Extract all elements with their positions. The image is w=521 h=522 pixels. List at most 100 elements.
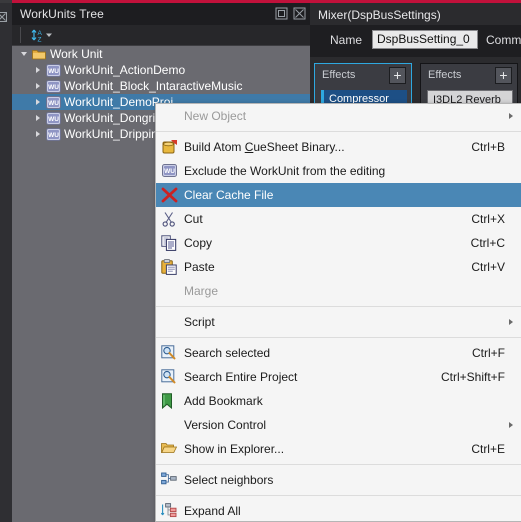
- tree-twisty-collapsed-icon[interactable]: [34, 94, 44, 110]
- svg-text:WU: WU: [48, 68, 59, 75]
- menu-item-select-neighbors[interactable]: Select neighbors: [156, 468, 521, 492]
- svg-text:WU: WU: [164, 168, 175, 175]
- menu-item-script[interactable]: Script: [156, 310, 521, 334]
- panel-window-buttons: [275, 7, 306, 20]
- menu-item-label: Paste: [184, 260, 215, 274]
- workunit-icon: WU: [46, 96, 61, 109]
- tree-item-workunit-block-intaractivemusic[interactable]: WU WorkUnit_Block_IntaractiveMusic: [12, 78, 310, 94]
- add-effect-button[interactable]: +: [495, 67, 512, 84]
- workunit-icon: WU: [46, 128, 61, 141]
- tree-item-workunit-actiondemo[interactable]: WU WorkUnit_ActionDemo: [12, 62, 310, 78]
- menu-item-no-icon: [156, 104, 184, 128]
- menu-item-label: Version Control: [184, 418, 267, 432]
- workunit-icon: WU: [46, 80, 61, 93]
- panel-title: WorkUnits Tree: [20, 7, 104, 21]
- tree-item-work-unit[interactable]: Work Unit: [12, 46, 310, 62]
- menu-item-label: Cut: [184, 212, 203, 226]
- float-window-button[interactable]: [275, 7, 288, 20]
- tree-twisty-collapsed-icon[interactable]: [34, 110, 44, 126]
- menu-item-shortcut: Ctrl+B: [471, 140, 505, 154]
- app-window: WorkUnits Tree A Z Work Unit WU WorkUnit…: [0, 0, 521, 522]
- menu-item-show-in-explorer[interactable]: Show in Explorer... Ctrl+E: [156, 437, 521, 461]
- menu-item-clear-cache-file[interactable]: Clear Cache File: [156, 183, 521, 207]
- workunit-icon: WU: [46, 64, 61, 77]
- menu-item-shortcut: Ctrl+V: [471, 260, 505, 274]
- menu-item-shortcut: Ctrl+F: [472, 346, 505, 360]
- svg-text:WU: WU: [48, 116, 59, 123]
- mixer-header-bar: Name Comm: [310, 25, 521, 57]
- context-menu[interactable]: New Object Build Atom CueSheet Binary... C…: [155, 103, 521, 522]
- workunits-tree-titlebar[interactable]: WorkUnits Tree: [12, 3, 310, 25]
- submenu-arrow-icon: [509, 422, 513, 428]
- menu-separator: [156, 464, 521, 465]
- tree-twisty-collapsed-icon[interactable]: [34, 62, 44, 78]
- select-neighbors-icon: [156, 468, 184, 492]
- svg-text:WU: WU: [48, 132, 59, 139]
- menu-item-paste[interactable]: Paste Ctrl+V: [156, 255, 521, 279]
- tree-twisty-collapsed-icon[interactable]: [34, 126, 44, 142]
- menu-item-label: Search Entire Project: [184, 370, 298, 384]
- scissors-icon: [156, 207, 184, 231]
- menu-item-search-entire-project[interactable]: Search Entire Project Ctrl+Shift+F: [156, 365, 521, 389]
- folder-icon: [32, 48, 46, 60]
- svg-text:Z: Z: [38, 37, 42, 44]
- menu-item-expand-all[interactable]: Expand All: [156, 499, 521, 522]
- tree-item-label: WorkUnit_ActionDemo: [64, 63, 186, 77]
- menu-item-version-control[interactable]: Version Control: [156, 413, 521, 437]
- svg-text:WU: WU: [48, 84, 59, 91]
- menu-item-label: Copy: [184, 236, 213, 250]
- tree-twisty-collapsed-icon[interactable]: [34, 78, 44, 94]
- menu-item-shortcut: Ctrl+Shift+F: [440, 370, 505, 384]
- menu-item-exclude-the-workunit-from-the-editing[interactable]: WU Exclude the WorkUnit from the editing: [156, 159, 521, 183]
- name-label: Name: [330, 33, 363, 47]
- workunit-icon: WU: [156, 159, 184, 183]
- tree-item-label: Work Unit: [50, 47, 103, 61]
- tree-twisty-expanded-icon[interactable]: [20, 46, 30, 62]
- menu-item-label: Clear Cache File: [184, 188, 274, 202]
- submenu-arrow-icon: [509, 319, 513, 325]
- bookmark-icon: [156, 389, 184, 413]
- menu-item-no-icon: [156, 413, 184, 437]
- menu-item-add-bookmark[interactable]: Add Bookmark: [156, 389, 521, 413]
- expand-all-icon: [156, 499, 184, 522]
- effects-label: Effects: [428, 69, 462, 81]
- menu-item-shortcut: Ctrl+E: [471, 442, 505, 456]
- mixer-panel-title: Mixer(DspBusSettings): [318, 8, 441, 22]
- sort-az-icon[interactable]: A Z: [30, 28, 56, 44]
- menu-item-copy[interactable]: Copy Ctrl+C: [156, 231, 521, 255]
- menu-item-build-atom-cuesheet-binary[interactable]: Build Atom CueSheet Binary... Ctrl+B: [156, 135, 521, 159]
- menu-separator: [156, 495, 521, 496]
- gutter-close-icon[interactable]: [0, 11, 12, 23]
- copy-icon: [156, 231, 184, 255]
- build-binary-icon: [156, 135, 184, 159]
- menu-item-label: New Object: [184, 109, 247, 123]
- paste-icon: [156, 255, 184, 279]
- effects-label: Effects: [322, 69, 356, 81]
- add-effect-button[interactable]: +: [389, 67, 406, 84]
- menu-separator: [156, 337, 521, 338]
- menu-item-label: Expand All: [184, 504, 241, 518]
- menu-item-cut[interactable]: Cut Ctrl+X: [156, 207, 521, 231]
- menu-item-label: Search selected: [184, 346, 271, 360]
- menu-item-no-icon: [156, 279, 184, 303]
- svg-text:WU: WU: [48, 100, 59, 107]
- menu-item-shortcut: Ctrl+X: [471, 212, 505, 226]
- menu-item-search-selected[interactable]: Search selected Ctrl+F: [156, 341, 521, 365]
- menu-item-no-icon: [156, 310, 184, 334]
- context-menu-items: New Object Build Atom CueSheet Binary... C…: [156, 104, 521, 522]
- menu-item-label: Show in Explorer...: [184, 442, 285, 456]
- menu-item-label: Script: [184, 315, 215, 329]
- menu-separator: [156, 131, 521, 132]
- menu-item-label: Marge: [184, 284, 219, 298]
- left-gutter-strip: [0, 3, 12, 522]
- close-panel-button[interactable]: [293, 7, 306, 20]
- name-input[interactable]: [372, 30, 478, 49]
- submenu-arrow-icon: [509, 113, 513, 119]
- red-x-icon: [156, 183, 184, 207]
- menu-item-marge: Marge: [156, 279, 521, 303]
- menu-separator: [156, 306, 521, 307]
- menu-item-label: Exclude the WorkUnit from the editing: [184, 164, 386, 178]
- menu-item-new-object: New Object: [156, 104, 521, 128]
- workunit-icon: WU: [46, 112, 61, 125]
- menu-item-shortcut: Ctrl+C: [470, 236, 505, 250]
